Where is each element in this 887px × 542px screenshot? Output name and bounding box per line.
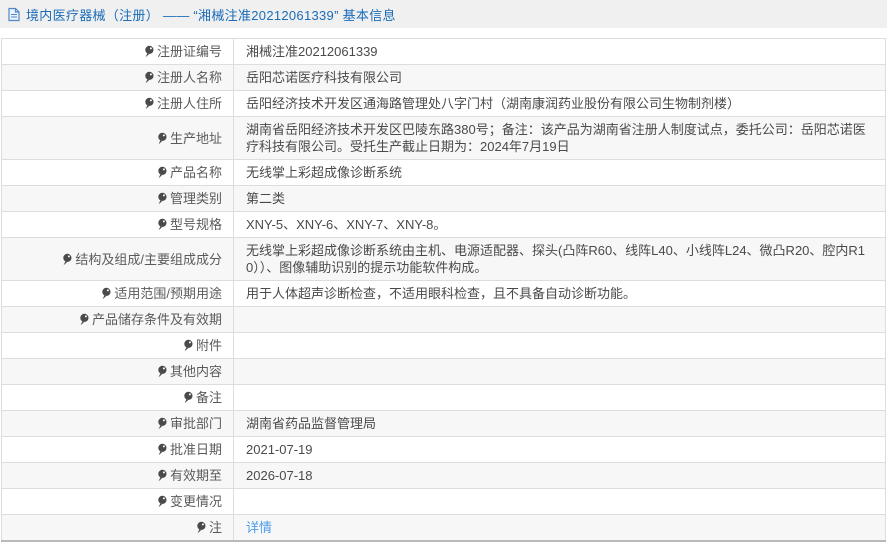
row-label-text: 结构及组成/主要组成成分 <box>75 252 222 267</box>
row-value: 2026-07-18 <box>234 463 886 489</box>
row-value <box>234 333 886 359</box>
table-row: 适用范围/预期用途 用于人体超声诊断检查，不适用眼科检查，且不具备自动诊断功能。 <box>2 281 886 307</box>
table-row: 管理类别 第二类 <box>2 186 886 212</box>
table-row: 注册证编号 湘械注准20212061339 <box>2 39 886 65</box>
row-value: 湖南省岳阳经济技术开发区巴陵东路380号；备注：该产品为湖南省注册人制度试点，委… <box>234 117 886 160</box>
page-title: 境内医疗器械（注册） —— “湘械注准20212061339” 基本信息 <box>26 5 396 24</box>
row-label: 型号规格 <box>2 212 234 238</box>
row-value <box>234 385 886 411</box>
row-value: 岳阳芯诺医疗科技有限公司 <box>234 65 886 91</box>
row-label: 有效期至 <box>2 463 234 489</box>
row-label: 生产地址 <box>2 117 234 160</box>
row-label-text: 备注 <box>196 390 222 405</box>
detail-link[interactable]: 详情 <box>246 520 272 535</box>
row-label-text: 审批部门 <box>170 416 222 431</box>
row-label: 备注 <box>2 385 234 411</box>
row-label: 附件 <box>2 333 234 359</box>
note-icon <box>143 97 155 110</box>
table-row: 批准日期 2021-07-19 <box>2 437 886 463</box>
note-icon <box>156 469 168 482</box>
table-row: 其他内容 <box>2 359 886 385</box>
table-row: 审批部门 湖南省药品监督管理局 <box>2 411 886 437</box>
row-label-text: 型号规格 <box>170 217 222 232</box>
row-label: 产品名称 <box>2 160 234 186</box>
row-value: 无线掌上彩超成像诊断系统由主机、电源适配器、探头(凸阵R60、线阵L40、小线阵… <box>234 238 886 281</box>
note-icon <box>182 339 194 352</box>
note-icon <box>156 365 168 378</box>
row-value: 第二类 <box>234 186 886 212</box>
row-value <box>234 359 886 385</box>
row-value <box>234 307 886 333</box>
row-label: 管理类别 <box>2 186 234 212</box>
row-label: 审批部门 <box>2 411 234 437</box>
document-icon <box>7 7 21 22</box>
row-label: 批准日期 <box>2 437 234 463</box>
row-label-text: 注册证编号 <box>157 44 222 59</box>
header-bar: 境内医疗器械（注册） —— “湘械注准20212061339” 基本信息 <box>0 0 887 28</box>
table-row: 变更情况 <box>2 489 886 515</box>
row-label-text: 生产地址 <box>170 131 222 146</box>
row-label: 注册证编号 <box>2 39 234 65</box>
table-row: 有效期至 2026-07-18 <box>2 463 886 489</box>
row-label: 结构及组成/主要组成成分 <box>2 238 234 281</box>
table-row: 注册人住所 岳阳经济技术开发区通海路管理处八字门村（湖南康润药业股份有限公司生物… <box>2 91 886 117</box>
row-label-text: 附件 <box>196 338 222 353</box>
row-label-text: 其他内容 <box>170 364 222 379</box>
row-label-text: 产品名称 <box>170 165 222 180</box>
row-value: 2021-07-19 <box>234 437 886 463</box>
row-label-text: 产品储存条件及有效期 <box>92 312 222 327</box>
table-row: 备注 <box>2 385 886 411</box>
note-icon <box>143 71 155 84</box>
table-row: 产品名称 无线掌上彩超成像诊断系统 <box>2 160 886 186</box>
registration-info-table: 注册证编号 湘械注准20212061339 注册人名称 岳阳芯诺医疗科技有限公司 <box>1 38 886 542</box>
row-label: 注 <box>2 515 234 542</box>
note-icon <box>156 495 168 508</box>
row-label-text: 批准日期 <box>170 442 222 457</box>
row-value: 岳阳经济技术开发区通海路管理处八字门村（湖南康润药业股份有限公司生物制剂楼） <box>234 91 886 117</box>
note-icon <box>156 132 168 145</box>
note-icon <box>143 45 155 58</box>
row-label: 其他内容 <box>2 359 234 385</box>
row-label-text: 管理类别 <box>170 191 222 206</box>
row-label-text: 注册人名称 <box>157 70 222 85</box>
note-icon <box>156 192 168 205</box>
row-label-text: 有效期至 <box>170 468 222 483</box>
row-label: 变更情况 <box>2 489 234 515</box>
row-label-text: 注册人住所 <box>157 96 222 111</box>
note-icon <box>156 417 168 430</box>
table-row: 生产地址 湖南省岳阳经济技术开发区巴陵东路380号；备注：该产品为湖南省注册人制… <box>2 117 886 160</box>
note-icon <box>156 443 168 456</box>
table-row: 型号规格 XNY-5、XNY-6、XNY-7、XNY-8。 <box>2 212 886 238</box>
row-value: 湖南省药品监督管理局 <box>234 411 886 437</box>
row-value: 用于人体超声诊断检查，不适用眼科检查，且不具备自动诊断功能。 <box>234 281 886 307</box>
row-value: 无线掌上彩超成像诊断系统 <box>234 160 886 186</box>
row-value: 详情 <box>234 515 886 542</box>
note-icon <box>78 313 90 326</box>
note-icon <box>195 521 207 534</box>
row-label-text: 变更情况 <box>170 494 222 509</box>
row-label: 注册人名称 <box>2 65 234 91</box>
row-value: 湘械注准20212061339 <box>234 39 886 65</box>
table-row: 注 详情 <box>2 515 886 542</box>
row-label-text: 适用范围/预期用途 <box>114 286 222 301</box>
page: 境内医疗器械（注册） —— “湘械注准20212061339” 基本信息 注册证… <box>0 0 887 542</box>
row-value: XNY-5、XNY-6、XNY-7、XNY-8。 <box>234 212 886 238</box>
note-icon <box>100 287 112 300</box>
note-icon <box>61 253 73 266</box>
row-label: 注册人住所 <box>2 91 234 117</box>
note-icon <box>156 166 168 179</box>
row-value <box>234 489 886 515</box>
note-icon <box>182 391 194 404</box>
table-row: 产品储存条件及有效期 <box>2 307 886 333</box>
table-row: 注册人名称 岳阳芯诺医疗科技有限公司 <box>2 65 886 91</box>
table-row: 结构及组成/主要组成成分 无线掌上彩超成像诊断系统由主机、电源适配器、探头(凸阵… <box>2 238 886 281</box>
note-icon <box>156 218 168 231</box>
table-row: 附件 <box>2 333 886 359</box>
row-label: 适用范围/预期用途 <box>2 281 234 307</box>
row-label-text: 注 <box>209 520 222 535</box>
row-label: 产品储存条件及有效期 <box>2 307 234 333</box>
